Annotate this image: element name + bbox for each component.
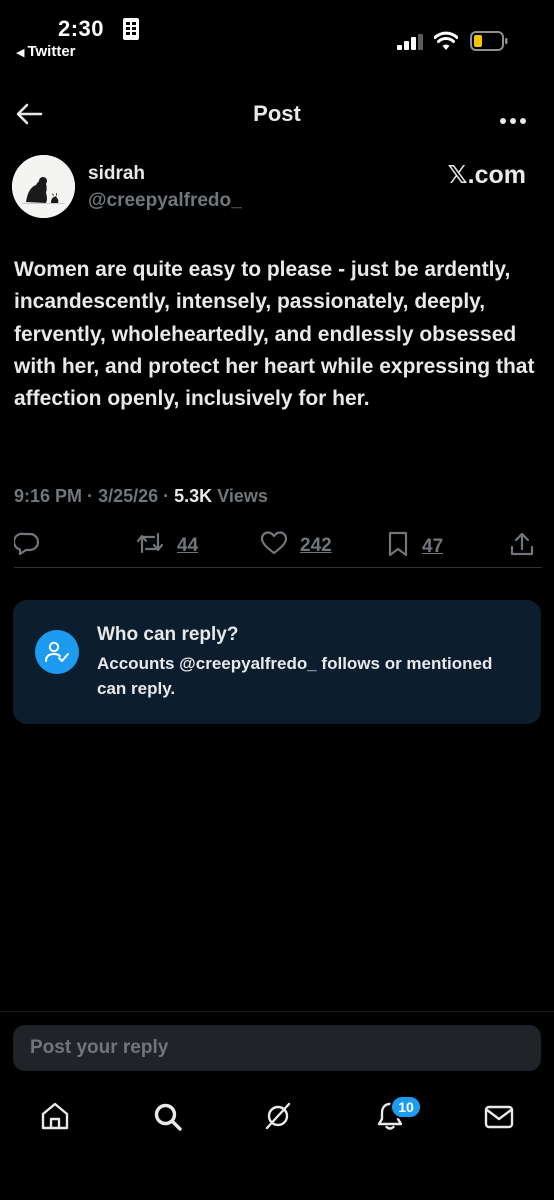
- bookmark-icon: [386, 530, 410, 563]
- post-date[interactable]: 3/25/26: [98, 486, 158, 506]
- post-action-bar: 44 242 47: [0, 530, 554, 562]
- battery-icon: [470, 31, 508, 56]
- meta-separator: ·: [87, 486, 94, 506]
- bottom-navigation: [0, 1090, 554, 1150]
- reply-card-description: Accounts @creepyalfredo_ follows or ment…: [97, 654, 493, 698]
- like-count[interactable]: 242: [300, 535, 332, 557]
- heart-icon: [260, 530, 288, 561]
- repost-icon: [135, 530, 165, 561]
- grok-icon[interactable]: [262, 1100, 294, 1137]
- reply-card-title: Who can reply?: [97, 624, 239, 645]
- notification-badge: 10: [390, 1095, 422, 1119]
- reply-bubble-icon: [12, 530, 40, 561]
- post-time[interactable]: 9:16 PM: [14, 486, 82, 506]
- mail-icon[interactable]: [484, 1104, 514, 1135]
- back-app-label: Twitter: [27, 43, 76, 60]
- repost-count[interactable]: 44: [177, 535, 198, 557]
- repost-button[interactable]: 44: [135, 530, 198, 561]
- meta-separator: ·: [163, 486, 170, 506]
- user-check-icon: [35, 630, 79, 674]
- bookmark-count[interactable]: 47: [422, 536, 443, 558]
- more-horizontal-icon[interactable]: [499, 112, 527, 130]
- status-time: 2:30: [58, 16, 105, 41]
- post-detail-screen: 2:30 ◀ Twitter Post sidrah @creepyalfred…: [0, 0, 554, 1200]
- author-handle[interactable]: @creepyalfredo_: [88, 190, 242, 212]
- page-title: Post: [253, 101, 301, 126]
- author-display-name[interactable]: sidrah: [88, 163, 145, 185]
- status-bar: 2:30 ◀ Twitter: [0, 0, 554, 70]
- reply-bar-divider: [0, 1011, 554, 1012]
- author-avatar[interactable]: [12, 155, 75, 218]
- like-button[interactable]: 242: [260, 530, 332, 561]
- sim-card-icon: [122, 17, 140, 46]
- reply-button[interactable]: [12, 530, 40, 561]
- share-icon: [509, 530, 535, 563]
- share-button[interactable]: [509, 530, 535, 563]
- cellular-signal-icon: [397, 34, 423, 55]
- back-to-app-link[interactable]: ◀ Twitter: [16, 43, 76, 60]
- wifi-icon: [433, 31, 459, 56]
- search-icon[interactable]: [152, 1101, 184, 1138]
- action-bar-divider: [14, 567, 542, 568]
- back-triangle-icon: ◀: [16, 47, 25, 59]
- source-watermark: 𝕏.com: [447, 161, 527, 189]
- views-label: Views: [217, 486, 268, 506]
- views-count[interactable]: 5.3K: [174, 486, 212, 506]
- post-body-text: Women are quite easy to please - just be…: [14, 258, 535, 411]
- reply-input[interactable]: [13, 1025, 541, 1071]
- post-meta: 9:16 PM · 3/25/26 · 5.3K Views: [14, 486, 268, 507]
- who-can-reply-card: Who can reply? Accounts @creepyalfredo_ …: [13, 600, 541, 724]
- home-indicator: [203, 1181, 351, 1186]
- home-icon[interactable]: [39, 1100, 71, 1137]
- top-header: Post: [0, 88, 554, 140]
- bookmark-button[interactable]: 47: [386, 530, 443, 563]
